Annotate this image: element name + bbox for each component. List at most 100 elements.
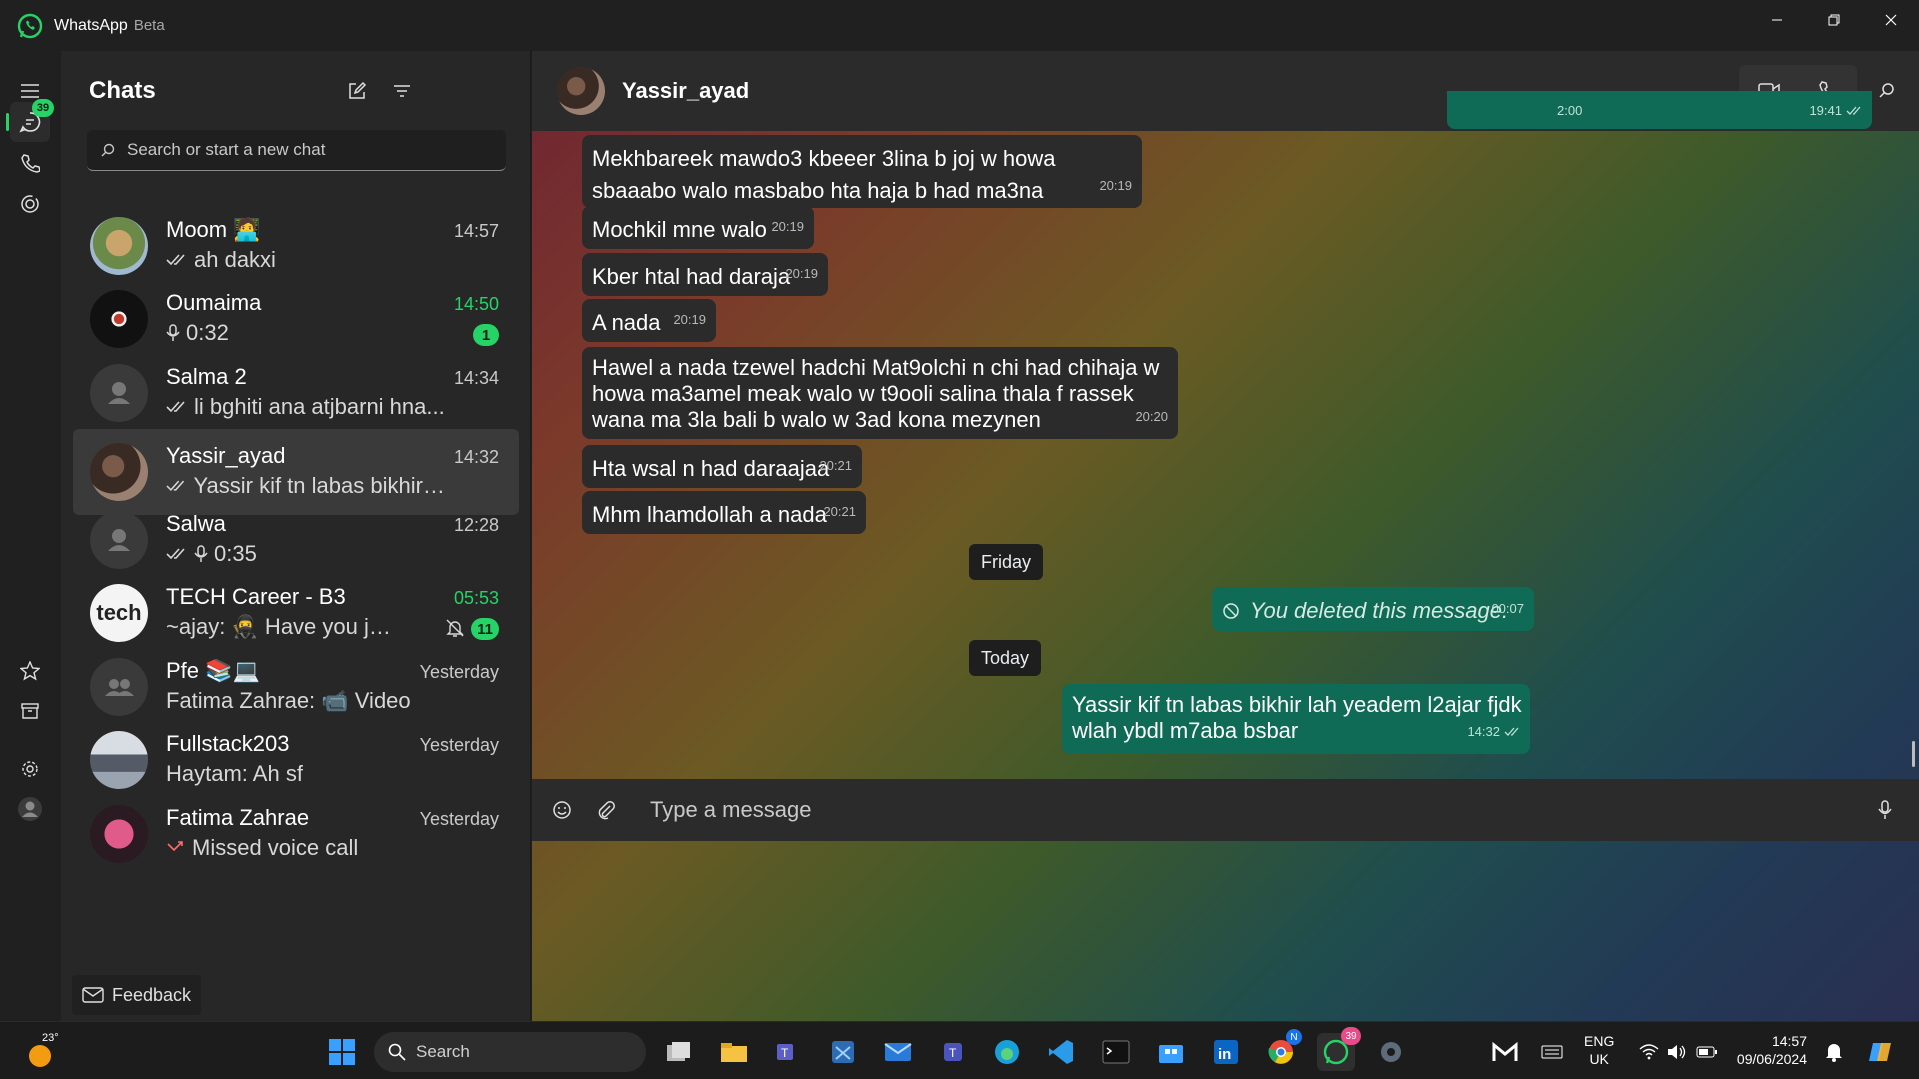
chat-name: Pfe 📚💻 <box>166 658 260 683</box>
start-button[interactable] <box>323 1033 361 1071</box>
chat-time: 14:57 <box>453 221 499 241</box>
microphone-icon <box>1878 800 1892 819</box>
minimize-button[interactable] <box>1748 0 1805 40</box>
clock[interactable]: 14:57 09/06/2024 <box>1735 1032 1807 1068</box>
keyboard-icon[interactable] <box>1533 1033 1571 1071</box>
emoji-button[interactable] <box>540 788 584 832</box>
linkedin-icon[interactable]: in <box>1207 1033 1245 1071</box>
message-incoming[interactable]: Hawel a nada tzewel hadchi Mat9olchi n c… <box>582 347 1178 439</box>
deleted-message[interactable]: You deleted this message. 00:07 <box>1212 587 1534 631</box>
chat-time: 14:50 <box>453 294 499 314</box>
notification-bell-icon[interactable] <box>1815 1033 1853 1071</box>
chat-time: Yesterday <box>419 735 499 755</box>
settings-app-icon[interactable] <box>1372 1033 1410 1071</box>
group-avatar-icon <box>90 658 148 716</box>
filter-button[interactable] <box>384 73 420 109</box>
chat-preview: 0:32 <box>166 320 426 346</box>
search-icon <box>101 143 115 157</box>
snipping-tool-icon[interactable] <box>824 1033 862 1071</box>
task-view-icon[interactable] <box>660 1033 698 1071</box>
paperclip-icon <box>598 801 615 820</box>
teams-icon[interactable]: T <box>769 1033 807 1071</box>
battery-icon[interactable] <box>1688 1033 1726 1071</box>
close-window-button[interactable] <box>1862 0 1919 40</box>
language-indicator[interactable]: ENG UK <box>1584 1032 1614 1068</box>
chats-nav-button[interactable]: 39 <box>6 99 54 142</box>
whatsapp-taskbar-icon[interactable]: 39 <box>1317 1027 1361 1071</box>
settings-button[interactable] <box>10 749 50 789</box>
vscode-icon[interactable] <box>1042 1033 1080 1071</box>
unread-badge: 11 <box>471 618 499 640</box>
chat-preview: ah dakxi <box>166 247 426 273</box>
archived-button[interactable] <box>10 691 50 731</box>
chat-preview: Missed voice call <box>166 835 426 861</box>
blocked-icon <box>1223 603 1239 619</box>
chats-unread-badge: 39 <box>32 99 54 117</box>
avatar <box>90 805 148 863</box>
conversation-search-button[interactable] <box>1867 65 1907 115</box>
contact-avatar[interactable] <box>557 67 605 115</box>
file-explorer-icon[interactable] <box>715 1033 753 1071</box>
chat-preview: 0:35 <box>166 541 426 567</box>
chat-list-panel: Chats Search or start a new chat Moom 🧑‍… <box>61 51 585 1021</box>
chats-heading: Chats <box>89 77 156 104</box>
chat-name: Yassir_ayad <box>166 443 286 468</box>
chat-list: Moom 🧑‍💻 14:57 ah dakxi Oumaima 14:50 0:… <box>73 203 519 1021</box>
message-incoming[interactable]: A nada 20:19 <box>582 299 716 342</box>
mail-app-icon[interactable] <box>879 1033 917 1071</box>
date-separator-today: Today <box>969 640 1042 676</box>
partial-message[interactable]: 2:00 19:41 <box>1447 91 1872 129</box>
chat-name: Moom 🧑‍💻 <box>166 217 261 242</box>
unread-badge: 1 <box>473 324 499 346</box>
profile-avatar-icon <box>18 797 42 821</box>
star-icon <box>20 661 40 681</box>
message-incoming[interactable]: Mochkil mne walo 20:19 <box>582 206 814 249</box>
copilot-icon[interactable] <box>1862 1033 1900 1071</box>
feedback-button[interactable]: Feedback <box>72 975 202 1015</box>
terminal-icon[interactable] <box>1097 1033 1135 1071</box>
status-nav-button[interactable] <box>10 184 50 224</box>
whatsapp-badge: 39 <box>1341 1027 1361 1045</box>
chat-time: Yesterday <box>419 662 499 682</box>
conversation-scrollbar[interactable] <box>1912 741 1915 767</box>
starred-button[interactable] <box>10 651 50 691</box>
chat-preview: ~ajay: 🥷 Have you joi... <box>166 614 391 639</box>
mail-icon <box>82 987 104 1003</box>
profile-button[interactable] <box>10 789 50 829</box>
taskbar-search[interactable]: Search <box>374 1032 646 1072</box>
voice-message-button[interactable] <box>1863 788 1907 832</box>
message-incoming[interactable]: Kber htal had daraja 20:19 <box>582 253 828 296</box>
microphone-icon <box>166 324 180 341</box>
message-incoming[interactable]: Mhm lhamdollah a nada 20:21 <box>582 491 866 534</box>
chat-name: Salwa <box>166 511 226 536</box>
new-chat-button[interactable] <box>339 73 375 109</box>
chat-name: Fullstack203 <box>166 731 290 756</box>
chat-row-fatima-zahrae[interactable]: Fatima Zahrae Yesterday Missed voice cal… <box>73 791 519 877</box>
message-incoming[interactable]: Mekhbareek mawdo3 kbeeer 3lina b joj w h… <box>582 135 1142 208</box>
double-check-icon <box>166 401 185 413</box>
store-icon[interactable] <box>1152 1033 1190 1071</box>
message-outgoing[interactable]: Yassir kif tn labas bikhir lah yeadem l2… <box>1062 684 1530 754</box>
date-separator-friday: Friday <box>969 544 1044 580</box>
teams-classic-icon[interactable]: T <box>933 1033 971 1071</box>
muted-bell-icon <box>445 618 465 638</box>
calls-nav-button[interactable] <box>10 143 50 183</box>
attach-button[interactable] <box>584 788 628 832</box>
weather-widget[interactable]: 23° <box>24 1032 64 1072</box>
search-input[interactable]: Search or start a new chat <box>87 130 506 171</box>
chrome-icon[interactable]: N <box>1262 1029 1302 1071</box>
gmail-tray-icon[interactable] <box>1486 1033 1524 1071</box>
message-incoming[interactable]: Hta wsal n had daraajaa 20:21 <box>582 445 862 488</box>
restore-button[interactable] <box>1805 0 1862 40</box>
microphone-icon <box>194 545 208 562</box>
chat-preview: Fatima Zahrae: 📹 Video <box>166 688 411 713</box>
chat-row-salma-2[interactable]: Salma 2 14:34 li bghiti ana atjbarni hna… <box>73 350 519 436</box>
avatar: tech <box>90 584 148 642</box>
double-check-icon <box>166 548 185 560</box>
edge-browser-icon[interactable] <box>988 1033 1026 1071</box>
contact-name[interactable]: Yassir_ayad <box>622 78 749 104</box>
filter-icon <box>394 85 410 97</box>
message-input[interactable]: Type a message <box>650 797 811 823</box>
double-check-icon <box>1846 106 1861 115</box>
whatsapp-logo-icon <box>16 12 44 40</box>
